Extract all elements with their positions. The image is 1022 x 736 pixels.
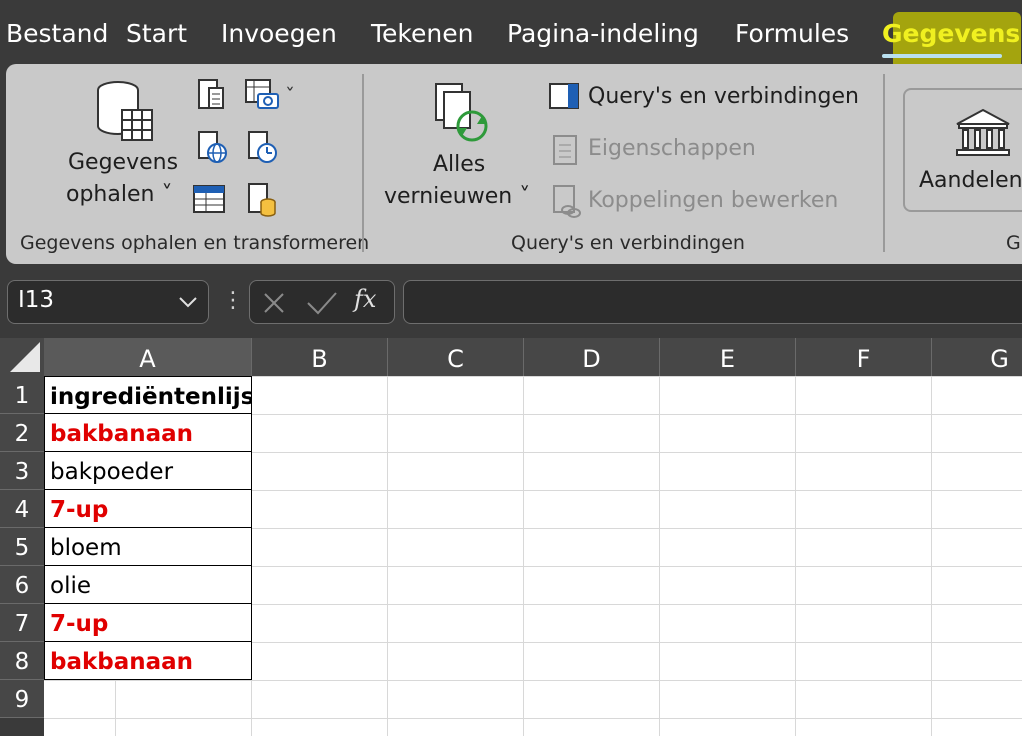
tab-start[interactable]: Start — [126, 16, 187, 52]
row-header[interactable]: 8 — [0, 642, 44, 680]
refresh-all-label-line2[interactable]: vernieuwen ˅ — [384, 184, 530, 209]
tab-formules[interactable]: Formules — [735, 16, 849, 52]
chevron-down-icon: ˅ — [519, 184, 531, 209]
get-data-label-line2[interactable]: ophalen ˅ — [66, 182, 172, 207]
row-header[interactable]: 1 — [0, 376, 44, 414]
group-data-types-label: G — [1006, 232, 1021, 254]
menu-bar: Bestand Start Invoegen Tekenen Pagina-in… — [0, 0, 1022, 78]
stocks-button[interactable]: Aandelen — [903, 88, 1022, 212]
tab-pagina-indeling[interactable]: Pagina-indeling — [507, 16, 699, 52]
column-header[interactable]: G — [932, 338, 1022, 376]
refresh-all-label-line1[interactable]: Alles — [433, 152, 485, 177]
tab-invoegen[interactable]: Invoegen — [221, 16, 337, 52]
row-header[interactable]: 9 — [0, 680, 44, 718]
name-box[interactable]: I13 — [7, 280, 209, 324]
tab-tekenen[interactable]: Tekenen — [371, 16, 473, 52]
row-header[interactable]: 6 — [0, 566, 44, 604]
bank-icon — [955, 108, 1011, 162]
existing-connections-icon[interactable] — [246, 182, 278, 222]
from-table-range-icon[interactable] — [192, 182, 226, 220]
chevron-down-icon[interactable] — [178, 295, 198, 309]
row-header[interactable]: 4 — [0, 490, 44, 528]
refresh-all-icon — [432, 80, 492, 148]
cancel-icon[interactable] — [262, 291, 286, 315]
cell-a6[interactable]: olie — [44, 566, 252, 604]
column-header[interactable]: B — [252, 338, 388, 376]
confirm-icon[interactable] — [306, 291, 338, 315]
column-header[interactable]: E — [660, 338, 796, 376]
group-separator — [883, 74, 885, 252]
database-table-icon — [96, 80, 156, 148]
column-header[interactable]: D — [524, 338, 660, 376]
column-header[interactable]: A — [44, 338, 252, 376]
tab-gegevens[interactable]: Gegevens — [882, 16, 1020, 52]
from-picture-icon[interactable] — [244, 78, 284, 116]
stocks-label: Aandelen — [919, 168, 1022, 193]
column-header[interactable]: F — [796, 338, 932, 376]
more-options-icon[interactable]: ⋮ — [222, 288, 244, 313]
name-box-value: I13 — [18, 287, 55, 313]
properties-icon — [552, 134, 578, 170]
group-get-transform-label: Gegevens ophalen en transformeren — [20, 232, 370, 254]
select-all-corner[interactable] — [0, 338, 44, 376]
from-text-csv-icon[interactable] — [196, 78, 226, 116]
chevron-down-icon[interactable]: ˇ — [285, 84, 295, 108]
ribbon: Gegevens ophalen ˅ ˇ Gegevens ophalen en… — [6, 64, 1022, 264]
group-separator — [362, 74, 364, 252]
properties-button[interactable]: Eigenschappen — [588, 136, 756, 161]
recent-sources-icon[interactable] — [246, 130, 278, 168]
tab-bestand[interactable]: Bestand — [6, 16, 108, 52]
cell-a5[interactable]: bloem — [44, 528, 252, 566]
cell-a3[interactable]: bakpoeder — [44, 452, 252, 490]
edit-links-button[interactable]: Koppelingen bewerken — [588, 188, 838, 213]
cell-a1[interactable]: ingrediëntenlijst — [44, 376, 252, 414]
from-web-icon[interactable] — [196, 130, 228, 168]
row-header[interactable]: 7 — [0, 604, 44, 642]
row-header[interactable]: 5 — [0, 528, 44, 566]
cell-a8[interactable]: bakbanaan — [44, 642, 252, 680]
chevron-down-icon: ˅ — [161, 182, 173, 207]
group-queries-label: Query's en verbindingen — [511, 232, 745, 254]
row-header[interactable]: 3 — [0, 452, 44, 490]
active-tab-underline — [882, 54, 1002, 58]
edit-links-icon — [552, 184, 582, 222]
insert-function-icon[interactable]: fx — [354, 285, 376, 313]
column-header[interactable]: C — [388, 338, 524, 376]
formula-input[interactable] — [403, 280, 1022, 324]
queries-connections-button[interactable]: Query's en verbindingen — [588, 84, 859, 109]
cell-a2[interactable]: bakbanaan — [44, 414, 252, 452]
formula-actions: fx — [249, 280, 395, 324]
cell-a4[interactable]: 7-up — [44, 490, 252, 528]
cell-a7[interactable]: 7-up — [44, 604, 252, 642]
queries-pane-icon — [548, 82, 580, 114]
row-header[interactable]: 2 — [0, 414, 44, 452]
get-data-label-line1[interactable]: Gegevens — [68, 150, 178, 175]
